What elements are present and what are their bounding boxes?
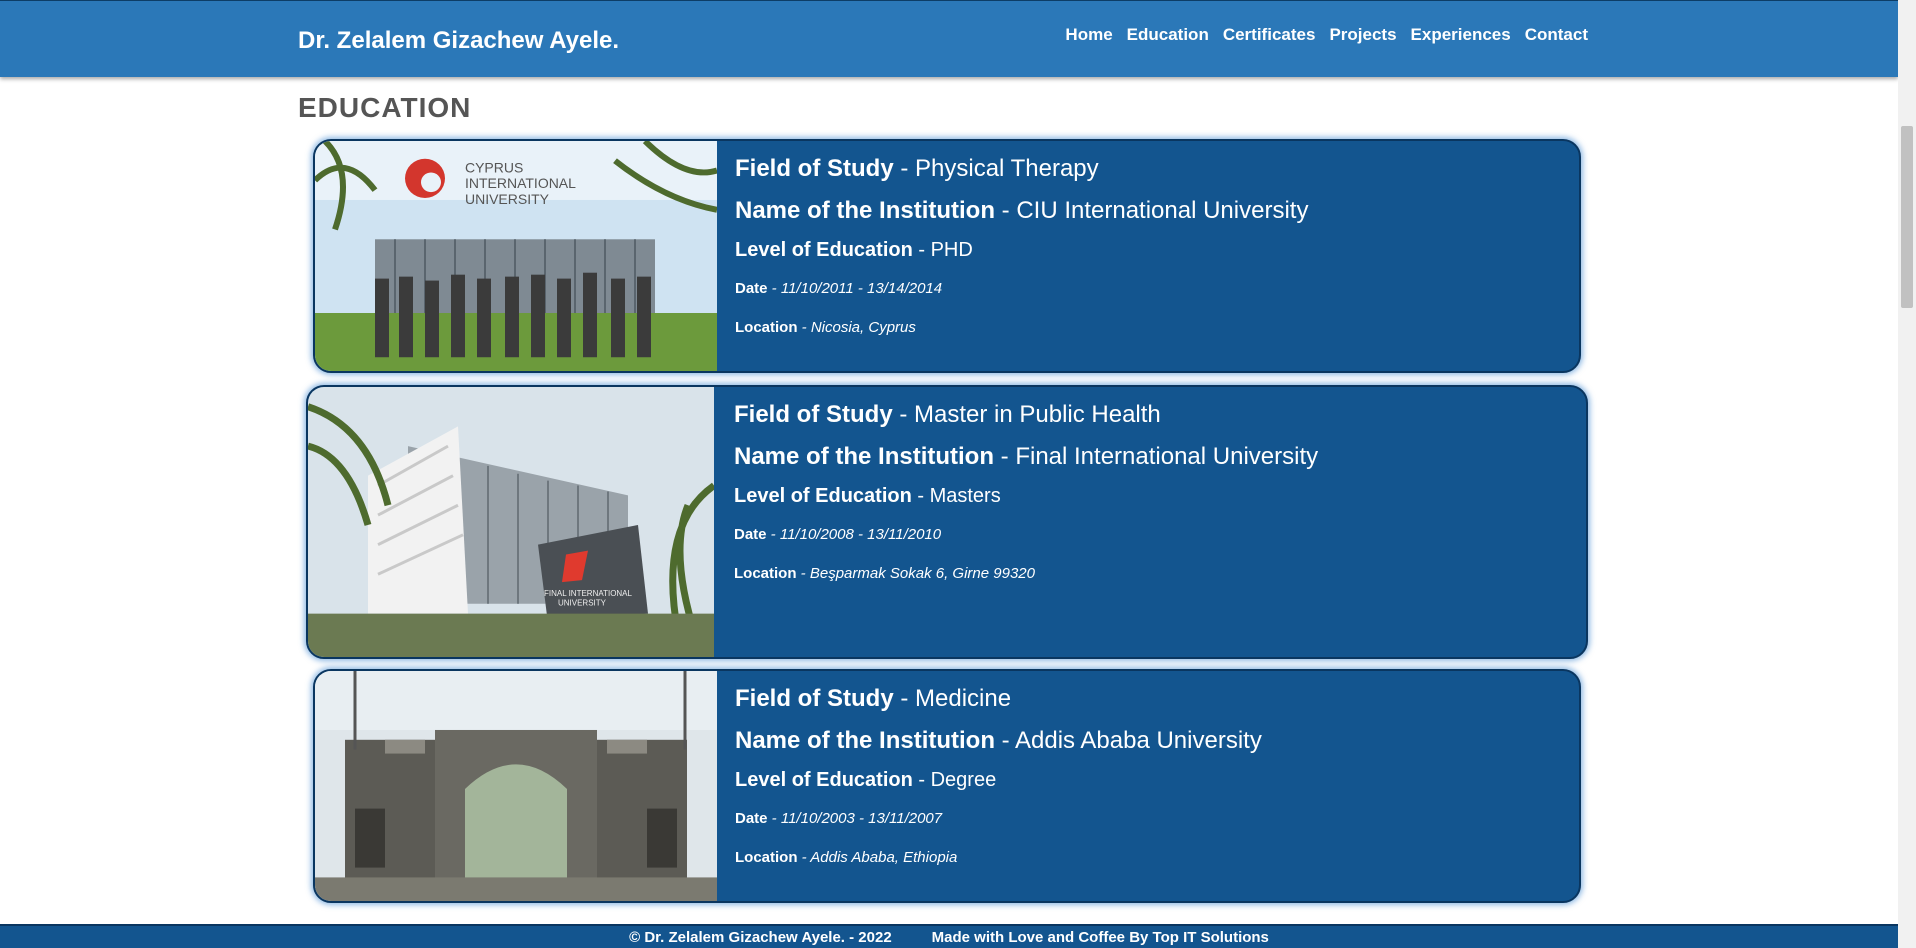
level-value: PHD bbox=[930, 239, 973, 261]
education-details: Field of Study - Medicine Name of the In… bbox=[735, 685, 1262, 866]
education-details: Field of Study - Physical Therapy Name o… bbox=[735, 155, 1308, 336]
footer-copyright: © Dr. Zelalem Gizachew Ayele. - 2022 bbox=[629, 928, 892, 946]
education-level: Level of Education - Degree bbox=[735, 769, 997, 791]
scrollbar-thumb[interactable] bbox=[1901, 126, 1913, 308]
location-value: Nicosia, Cyprus bbox=[810, 319, 916, 336]
level-label: Level of Education bbox=[735, 769, 913, 791]
level-label: Level of Education bbox=[735, 239, 913, 261]
level-value: Degree bbox=[930, 769, 997, 791]
footer-credit: Made with Love and Coffee By Top IT Solu… bbox=[931, 928, 1269, 946]
field-label: Field of Study bbox=[734, 401, 893, 428]
institution-label: Name of the Institution bbox=[734, 443, 994, 470]
image-caption-line: INTERNATIONAL bbox=[465, 175, 576, 191]
university-photo bbox=[315, 671, 717, 901]
date-label: Date bbox=[735, 280, 768, 297]
institution-label: Name of the Institution bbox=[735, 727, 995, 754]
education-card: FINAL INTERNATIONAL UNIVERSITY Field of … bbox=[306, 385, 1588, 659]
field-label: Field of Study bbox=[735, 155, 894, 182]
field-value: Medicine bbox=[915, 685, 1012, 712]
education-location: Location - Addis Ababa, Ethiopia bbox=[735, 849, 958, 866]
institution-name: Name of the Institution - Final Internat… bbox=[734, 443, 1319, 470]
nav-certificates-link[interactable]: Certificates bbox=[1223, 25, 1316, 45]
institution-value: Addis Ababa University bbox=[1015, 727, 1262, 754]
date-label: Date bbox=[734, 526, 767, 543]
image-caption-line: FINAL INTERNATIONAL bbox=[544, 589, 633, 598]
institution-name: Name of the Institution - CIU Internatio… bbox=[735, 197, 1309, 224]
institution-value: CIU International University bbox=[1016, 197, 1309, 224]
nav-menu: Home Education Certificates Projects Exp… bbox=[1065, 25, 1588, 45]
nav-experiences-link[interactable]: Experiences bbox=[1411, 25, 1511, 45]
location-label: Location bbox=[734, 565, 797, 582]
date-value: 11/10/2003 - 13/11/2007 bbox=[780, 810, 943, 827]
education-level: Level of Education - Masters bbox=[734, 485, 1001, 507]
education-location: Location - Nicosia, Cyprus bbox=[735, 319, 916, 336]
level-label: Level of Education bbox=[734, 485, 912, 507]
field-of-study: Field of Study - Physical Therapy bbox=[735, 155, 1099, 182]
education-date: Date - 11/10/2008 - 13/11/2010 bbox=[734, 526, 942, 543]
field-value: Physical Therapy bbox=[915, 155, 1099, 182]
image-caption-line: UNIVERSITY bbox=[558, 599, 607, 608]
nav-home-link[interactable]: Home bbox=[1065, 25, 1112, 45]
field-of-study: Field of Study - Master in Public Health bbox=[734, 401, 1161, 428]
image-caption-line: CYPRUS bbox=[465, 160, 523, 176]
institution-value: Final International University bbox=[1015, 443, 1319, 470]
footer: © Dr. Zelalem Gizachew Ayele. - 2022 Mad… bbox=[0, 924, 1898, 948]
location-label: Location bbox=[735, 319, 798, 336]
university-photo: FINAL INTERNATIONAL UNIVERSITY bbox=[308, 387, 714, 657]
date-value: 11/10/2011 - 13/14/2014 bbox=[780, 280, 943, 297]
field-value: Master in Public Health bbox=[914, 401, 1161, 428]
education-location: Location - Beşparmak Sokak 6, Girne 9932… bbox=[734, 565, 1035, 582]
education-level: Level of Education - PHD bbox=[735, 239, 973, 261]
nav-projects-link[interactable]: Projects bbox=[1329, 25, 1396, 45]
site-brand[interactable]: Dr. Zelalem Gizachew Ayele. bbox=[298, 27, 619, 55]
location-value: Beşparmak Sokak 6, Girne 99320 bbox=[809, 565, 1035, 582]
education-card: Field of Study - Medicine Name of the In… bbox=[313, 669, 1581, 903]
image-caption-line: UNIVERSITY bbox=[465, 191, 549, 207]
page-scrollbar[interactable] bbox=[1898, 0, 1916, 948]
level-value: Masters bbox=[929, 485, 1001, 507]
education-card: CYPRUS INTERNATIONAL UNIVERSITY Field of… bbox=[313, 139, 1581, 373]
date-label: Date bbox=[735, 810, 768, 827]
navbar: Dr. Zelalem Gizachew Ayele. Home Educati… bbox=[0, 0, 1898, 77]
university-photo: CYPRUS INTERNATIONAL UNIVERSITY bbox=[315, 141, 717, 371]
education-details: Field of Study - Master in Public Health… bbox=[734, 401, 1318, 582]
location-value: Addis Ababa, Ethiopia bbox=[810, 849, 958, 866]
institution-label: Name of the Institution bbox=[735, 197, 995, 224]
institution-name: Name of the Institution - Addis Ababa Un… bbox=[735, 727, 1262, 754]
field-of-study: Field of Study - Medicine bbox=[735, 685, 1012, 712]
nav-contact-link[interactable]: Contact bbox=[1525, 25, 1588, 45]
education-date: Date - 11/10/2003 - 13/11/2007 bbox=[735, 810, 943, 827]
location-label: Location bbox=[735, 849, 798, 866]
section-title: EDUCATION bbox=[298, 92, 472, 123]
education-date: Date - 11/10/2011 - 13/14/2014 bbox=[735, 280, 943, 297]
field-label: Field of Study bbox=[735, 685, 894, 712]
nav-education-link[interactable]: Education bbox=[1127, 25, 1209, 45]
date-value: 11/10/2008 - 13/11/2010 bbox=[779, 526, 942, 543]
